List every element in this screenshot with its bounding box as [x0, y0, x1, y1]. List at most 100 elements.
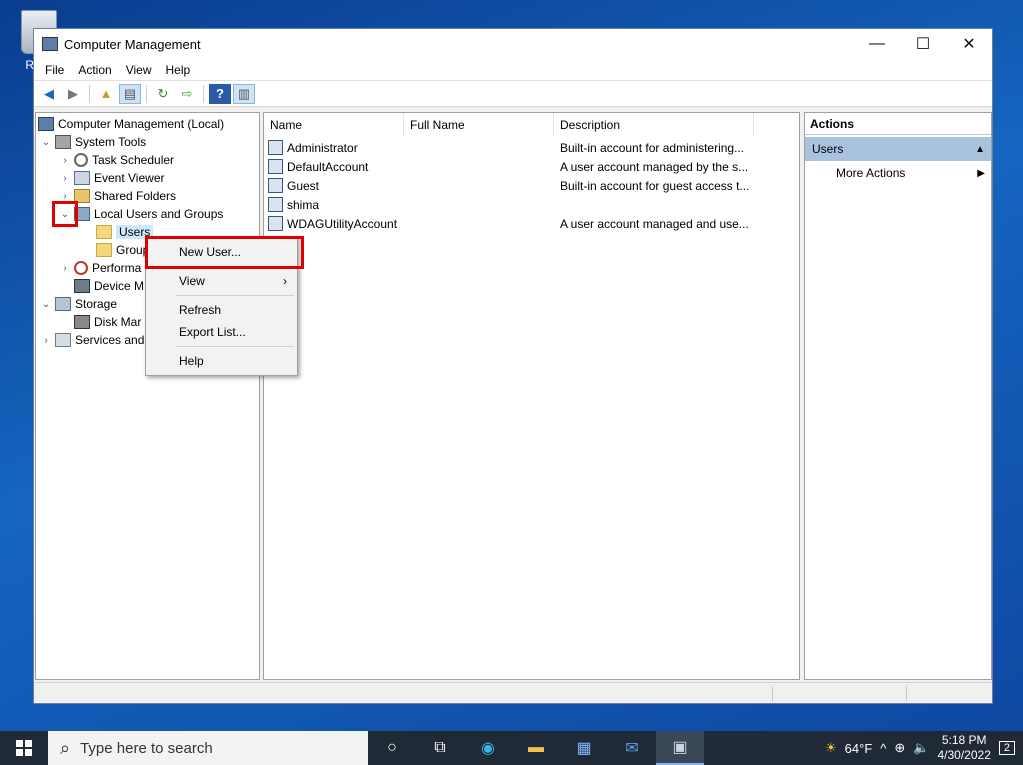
tree-node-system-tools[interactable]: ⌄ System Tools	[40, 133, 146, 151]
expand-chevron-icon[interactable]: ›	[40, 335, 52, 346]
menu-action[interactable]: Action	[71, 63, 118, 77]
user-description: Built-in account for administering...	[560, 140, 745, 155]
menu-bar: File Action View Help	[34, 59, 992, 81]
toolbar-separator	[89, 84, 90, 103]
minimize-button[interactable]: —	[854, 29, 900, 59]
taskbar: ⌕ Type here to search ○ ⧉ ◉ ▬ ▦ ✉ ▣ ☀ 64…	[0, 731, 1023, 765]
tree-node-label: Disk Mar	[94, 315, 142, 329]
context-menu-export-list[interactable]: Export List...	[146, 321, 297, 343]
actions-pane: Actions Users ▲ More Actions ▶	[804, 112, 992, 680]
up-folder-icon[interactable]: ▲	[95, 84, 117, 104]
tree-node-device-manager[interactable]: Device M	[74, 277, 144, 295]
user-icon	[268, 197, 283, 212]
refresh-icon[interactable]: ↻	[152, 84, 174, 104]
tree-node-label: Local Users and Groups	[94, 207, 224, 221]
expand-chevron-icon[interactable]: ›	[59, 191, 71, 202]
help-icon[interactable]: ?	[209, 83, 231, 104]
show-hidden-icons-icon[interactable]: ^	[880, 741, 886, 756]
context-menu-refresh[interactable]: Refresh	[146, 299, 297, 321]
context-menu-label: View	[179, 274, 205, 288]
volume-muted-icon[interactable]: 🔈	[913, 740, 929, 756]
table-row[interactable]: Guest Built-in account for guest access …	[268, 176, 749, 195]
table-row[interactable]: Administrator Built-in account for admin…	[268, 138, 744, 157]
tree-node-groups[interactable]: Group	[96, 241, 149, 259]
expand-chevron-icon[interactable]: ›	[59, 173, 71, 184]
menu-view[interactable]: View	[119, 63, 159, 77]
disk-icon	[74, 315, 90, 329]
menu-file[interactable]: File	[38, 63, 71, 77]
network-icon[interactable]: ⊕	[894, 740, 905, 756]
table-row[interactable]: WDAGUtilityAccount A user account manage…	[268, 214, 749, 233]
tree-node-label: System Tools	[75, 135, 147, 149]
status-divider	[772, 686, 773, 701]
edge-browser-icon[interactable]: ◉	[464, 731, 512, 765]
folder-icon	[96, 225, 112, 239]
context-menu-view[interactable]: View ›	[146, 270, 297, 292]
tree-node-services[interactable]: › Services and	[40, 331, 144, 349]
show-hide-action-pane-icon[interactable]: ▥	[233, 83, 255, 104]
expand-chevron-icon[interactable]: ›	[59, 263, 71, 274]
context-menu-label: Export List...	[179, 325, 246, 339]
table-row[interactable]: shima	[268, 195, 406, 214]
maximize-button[interactable]: ☐	[900, 29, 946, 59]
submenu-arrow-icon: ▶	[977, 167, 985, 179]
microsoft-store-icon[interactable]: ▦	[560, 731, 608, 765]
tools-icon	[55, 135, 71, 149]
actions-group-label: Users	[812, 142, 844, 156]
expand-chevron-icon[interactable]: ›	[59, 155, 71, 166]
column-header-full-name[interactable]: Full Name	[404, 113, 554, 137]
start-button[interactable]	[0, 731, 48, 765]
menu-help[interactable]: Help	[159, 63, 198, 77]
collapse-chevron-icon[interactable]: ⌄	[40, 299, 52, 310]
user-name: Guest	[287, 178, 320, 193]
more-actions-item[interactable]: More Actions ▶	[805, 161, 991, 185]
tree-node-task-scheduler[interactable]: › Task Scheduler	[59, 151, 174, 169]
actions-header: Actions	[805, 113, 991, 135]
notification-center-icon[interactable]: 2	[998, 741, 1015, 755]
taskbar-search-box[interactable]: ⌕ Type here to search	[48, 731, 368, 765]
weather-temperature[interactable]: 64°F	[845, 741, 873, 756]
toolbar-separator	[203, 84, 204, 103]
status-bar	[34, 682, 992, 703]
actions-group-users[interactable]: Users ▲	[805, 137, 991, 161]
tree-node-label: Storage	[75, 297, 118, 311]
services-icon	[55, 333, 71, 347]
tree-node-root[interactable]: Computer Management (Local)	[38, 115, 224, 133]
collapse-chevron-icon[interactable]: ⌄	[40, 137, 52, 148]
mail-icon[interactable]: ✉	[608, 731, 656, 765]
show-hide-tree-icon[interactable]: ▤	[119, 83, 141, 104]
windows-logo-icon	[16, 740, 32, 756]
table-row[interactable]: DefaultAccount A user account managed by…	[268, 157, 748, 176]
folder-icon	[96, 243, 112, 257]
user-icon	[268, 140, 283, 155]
context-menu-help[interactable]: Help	[146, 350, 297, 372]
task-view-icon[interactable]: ⧉	[416, 731, 464, 765]
close-button[interactable]: ✕	[946, 29, 992, 59]
column-header-description[interactable]: Description	[554, 113, 754, 137]
submenu-chevron-icon: ›	[283, 274, 287, 288]
computer-management-icon	[42, 37, 58, 51]
forward-arrow-icon[interactable]: ▶	[62, 84, 84, 104]
tree-node-performance[interactable]: › Performa	[59, 259, 141, 277]
tree-node-label: Event Viewer	[94, 171, 165, 185]
collapse-up-icon[interactable]: ▲	[975, 144, 985, 155]
file-explorer-icon[interactable]: ▬	[512, 731, 560, 765]
tree-node-event-viewer[interactable]: › Event Viewer	[59, 169, 164, 187]
back-arrow-icon[interactable]: ◀	[38, 84, 60, 104]
title-bar[interactable]: Computer Management — ☐ ✕	[34, 29, 992, 59]
storage-icon	[55, 297, 71, 311]
tree-node-local-users-groups[interactable]: ⌄ Local Users and Groups	[59, 205, 223, 223]
weather-icon[interactable]: ☀	[825, 740, 837, 756]
cortana-icon[interactable]: ○	[368, 731, 416, 765]
column-header-name[interactable]: Name	[264, 113, 404, 137]
user-name: Administrator	[287, 140, 358, 155]
tree-node-label: Task Scheduler	[92, 153, 175, 167]
tree-node-disk-management[interactable]: Disk Mar	[74, 313, 141, 331]
tree-node-storage[interactable]: ⌄ Storage	[40, 295, 117, 313]
export-list-icon[interactable]: ⇨	[176, 84, 198, 104]
clock[interactable]: 5:18 PM 4/30/2022	[937, 733, 990, 763]
computer-management-taskbar-icon[interactable]: ▣	[656, 731, 704, 765]
clock-time: 5:18 PM	[941, 733, 987, 747]
annotation-highlight-new-user	[145, 236, 304, 269]
search-placeholder: Type here to search	[80, 739, 213, 757]
